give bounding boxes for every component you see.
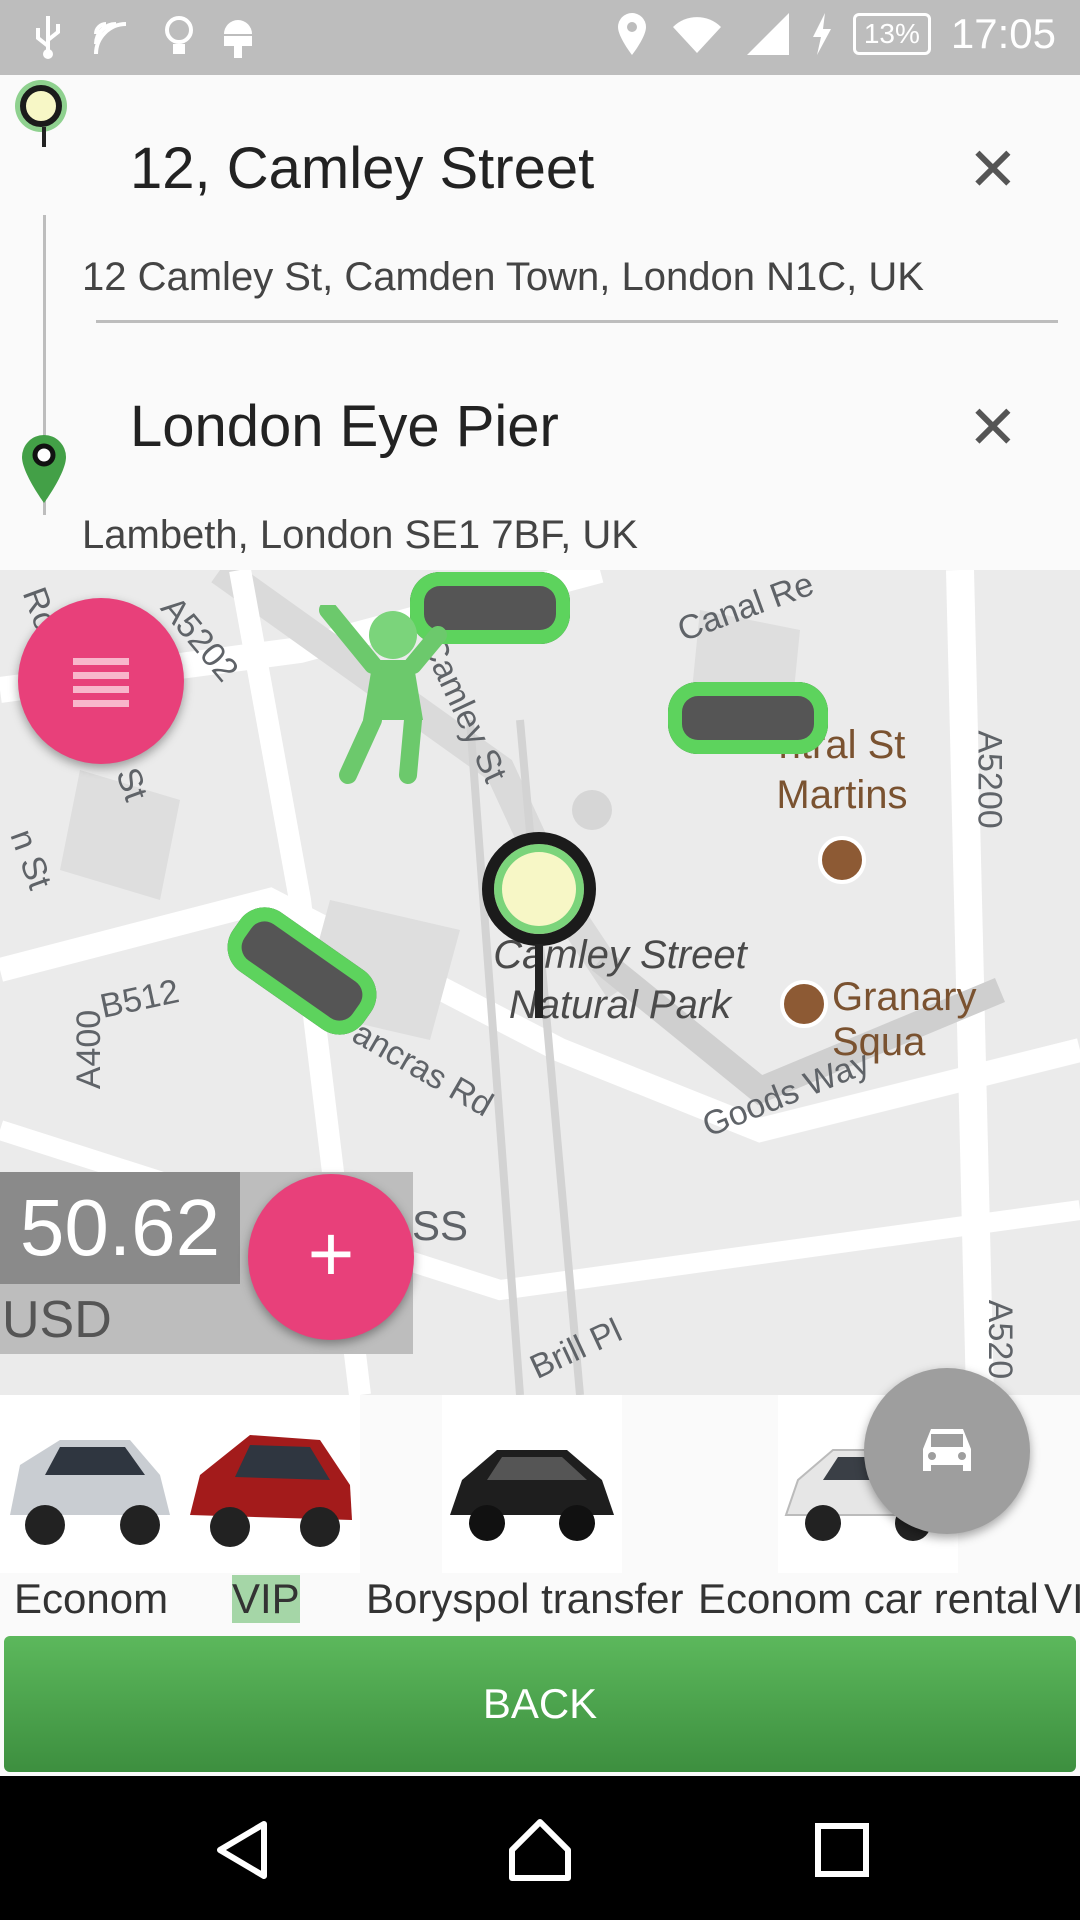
battery-indicator: 13%	[852, 13, 931, 55]
destination-name-field[interactable]: London Eye Pier	[130, 393, 559, 460]
car-category-label: Econom	[14, 1575, 169, 1622]
menu-button[interactable]	[18, 598, 184, 764]
car-category-label: VIP	[232, 1575, 300, 1623]
route-panel: 12, Camley Street ✕ 12 Camley St, Camden…	[0, 75, 1080, 570]
car-category-vi[interactable]: VI	[1044, 1395, 1080, 1635]
origin-marker-icon[interactable]	[482, 832, 596, 946]
cast-icon	[94, 22, 127, 55]
price-currency: USD	[2, 1291, 112, 1349]
poi-granary-square[interactable]: Granary Squa	[832, 975, 1080, 1065]
status-bar: 13% 17:05	[0, 0, 1080, 75]
car-category-label: Boryspol transfer	[366, 1575, 684, 1622]
car-marker[interactable]	[668, 682, 828, 754]
wifi-icon	[672, 17, 721, 53]
car-category-econom[interactable]: Econom	[0, 1395, 180, 1635]
school-icon	[818, 836, 866, 884]
map-label-ss: SS	[412, 1202, 469, 1249]
camera-icon	[780, 980, 828, 1028]
signal-icon	[746, 13, 789, 55]
origin-address[interactable]: 12 Camley St, Camden Town, London N1C, U…	[82, 255, 924, 300]
android-icon	[224, 20, 252, 58]
menu-icon	[73, 658, 129, 714]
usb-icon	[36, 16, 60, 59]
origin-pin-stem	[42, 127, 46, 147]
clear-destination-button[interactable]: ✕	[968, 393, 1018, 463]
car-category-label: VI	[1044, 1575, 1080, 1622]
map-label-a400: A400	[70, 1009, 109, 1090]
origin-name-field[interactable]: 12, Camley Street	[130, 135, 594, 202]
car-image-silver	[0, 1395, 180, 1573]
price-value: 50.62	[0, 1172, 240, 1284]
back-nav-icon[interactable]	[212, 1820, 272, 1880]
taxi-button[interactable]	[864, 1368, 1030, 1534]
clear-origin-button[interactable]: ✕	[968, 135, 1018, 205]
location-icon	[617, 13, 646, 55]
origin-pin-icon	[20, 85, 62, 127]
origin-marker-stem	[535, 944, 543, 1018]
bulb-icon	[165, 16, 193, 54]
recents-nav-icon[interactable]	[814, 1822, 870, 1878]
user-location-icon	[319, 605, 447, 784]
clock: 17:05	[950, 10, 1056, 57]
car-category-boryspol-transfer[interactable]: Boryspol transfer	[362, 1395, 692, 1635]
home-nav-icon[interactable]	[506, 1816, 574, 1884]
car-category-label: Econom car rental	[698, 1575, 1039, 1622]
car-image-black	[442, 1395, 622, 1573]
destination-pin-icon	[22, 435, 66, 503]
car-category-vip[interactable]: VIP	[180, 1395, 360, 1635]
map-label-a520: A520	[981, 1299, 1020, 1380]
destination-address[interactable]: Lambeth, London SE1 7BF, UK	[82, 513, 638, 558]
taxi-icon	[923, 1429, 971, 1471]
add-button[interactable]: +	[248, 1174, 414, 1340]
car-image-red	[180, 1395, 360, 1573]
charging-icon	[812, 13, 831, 55]
back-button[interactable]: BACK	[4, 1636, 1076, 1772]
origin-divider	[96, 320, 1058, 323]
navigation-bar	[0, 1776, 1080, 1920]
map-label-a5200: A5200	[970, 730, 1009, 829]
